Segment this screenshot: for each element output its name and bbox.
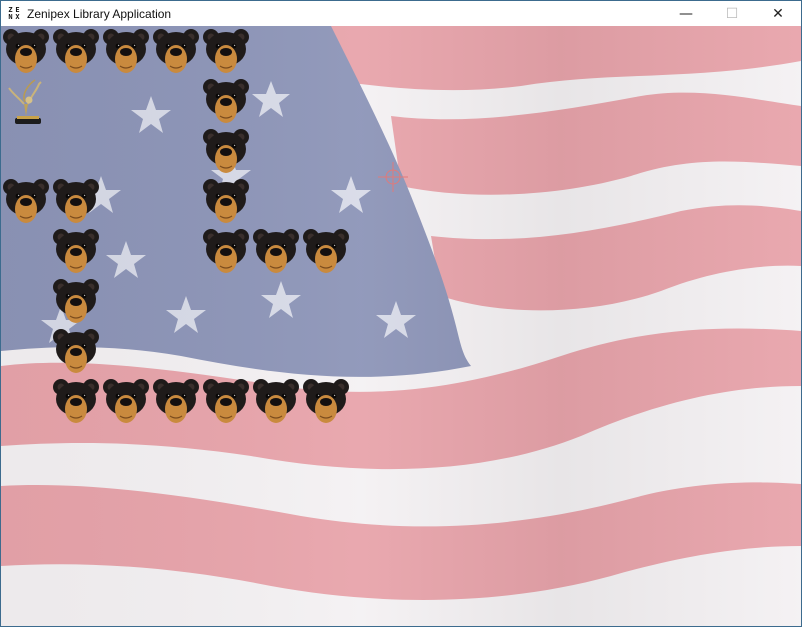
app-window: Z E N X Zenipex Library Application — ☐ …	[0, 0, 802, 627]
bear-wall-icon	[201, 76, 251, 126]
maximize-button[interactable]: ☐	[709, 1, 755, 26]
bear-wall-icon	[301, 226, 351, 276]
trophy-icon[interactable]	[1, 76, 51, 126]
close-button[interactable]: ✕	[755, 1, 801, 26]
bear-wall-icon	[101, 26, 151, 76]
game-board[interactable]	[1, 26, 801, 626]
bear-wall-icon	[51, 326, 101, 376]
bear-wall-icon	[51, 26, 101, 76]
bear-wall-icon	[201, 26, 251, 76]
bear-wall-icon	[301, 376, 351, 426]
window-title: Zenipex Library Application	[27, 6, 172, 21]
minimize-button[interactable]: —	[663, 1, 709, 26]
bear-wall-icon	[251, 376, 301, 426]
bear-wall-icon	[1, 176, 51, 226]
bear-wall-icon	[151, 26, 201, 76]
bear-wall-icon	[201, 226, 251, 276]
app-icon-glyph-3: N	[8, 12, 13, 21]
bear-wall-icon	[51, 376, 101, 426]
bear-wall-icon	[51, 276, 101, 326]
title-bar[interactable]: Z E N X Zenipex Library Application — ☐ …	[1, 1, 801, 26]
crosshair-cursor-icon	[378, 162, 408, 192]
bear-wall-icon	[201, 126, 251, 176]
window-controls: — ☐ ✕	[663, 1, 801, 26]
app-icon[interactable]: Z E N X	[7, 6, 21, 21]
bear-wall-icon	[201, 176, 251, 226]
bear-wall-icon	[101, 376, 151, 426]
bear-wall-icon	[151, 376, 201, 426]
bear-wall-icon	[251, 226, 301, 276]
bear-wall-icon	[51, 226, 101, 276]
bear-wall-icon	[201, 376, 251, 426]
bear-wall-icon	[1, 26, 51, 76]
app-icon-glyph-4: X	[15, 12, 20, 21]
bear-wall-icon	[51, 176, 101, 226]
flag-background	[1, 26, 801, 626]
